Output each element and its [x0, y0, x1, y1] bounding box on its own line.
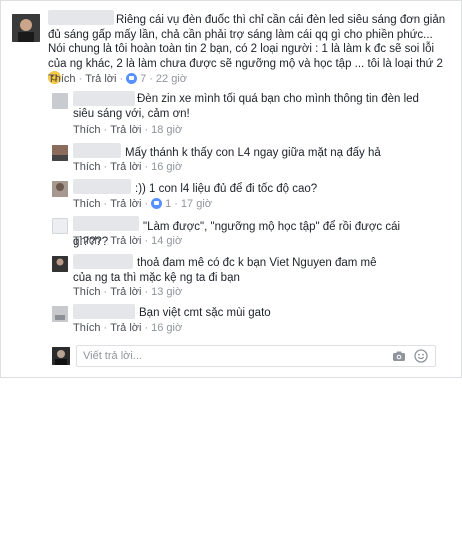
reply-actions: Thích · Trả lời · 18 giờ — [73, 124, 183, 136]
reply-text: Mấy thánh k thấy con L4 ngay giữa mặt nạ… — [125, 147, 381, 159]
reply-actions: Thích · Trả lời · 1 · 17 giờ — [73, 198, 212, 210]
reply-actions: Thích · Trả lời · 16 giờ — [73, 322, 183, 334]
reply-button[interactable]: Trả lời — [110, 286, 141, 298]
reply-avatar[interactable] — [52, 306, 68, 322]
emoji-icon[interactable] — [414, 349, 428, 363]
reply-avatar[interactable] — [52, 256, 68, 272]
reply-actions: Thích · Trả lời · 16 giờ — [73, 161, 183, 173]
reply-text: Bạn việt cmt sặc mùi gato — [139, 307, 271, 319]
like-button[interactable]: Thích — [73, 198, 101, 210]
reply-button[interactable]: Trả lời — [85, 73, 116, 85]
like-count[interactable]: 1 — [165, 198, 171, 210]
reply-button[interactable]: Trả lời — [110, 161, 141, 173]
reply-time[interactable]: 18 giờ — [151, 124, 182, 136]
camera-icon[interactable] — [392, 349, 406, 363]
like-button[interactable]: Thích — [73, 322, 101, 334]
like-button[interactable]: Thích — [73, 161, 101, 173]
like-badge-icon[interactable] — [126, 73, 138, 84]
reply-avatar[interactable] — [52, 145, 68, 161]
reply-avatar[interactable] — [52, 218, 68, 234]
empty-area — [0, 378, 462, 538]
reply-text: Đèn zin xe mình tối quá bạn cho mình thô… — [73, 93, 419, 120]
like-button[interactable]: Thích — [73, 124, 101, 136]
like-button[interactable]: Thích — [48, 73, 76, 85]
comment-thread: Riêng cái vụ đèn đuốc thì chỉ cần cái đè… — [0, 0, 462, 378]
reply-time[interactable]: 14 giờ — [151, 235, 182, 247]
reply-text: thoả đam mê có đc k bạn Viet Nguyen đam … — [73, 257, 377, 284]
commenter-avatar[interactable] — [12, 14, 40, 42]
reply-avatar[interactable] — [52, 181, 68, 197]
reply-actions: Thích · Trả lời · 14 giờ — [73, 235, 183, 247]
like-count[interactable]: 7 — [140, 73, 146, 85]
reply-button[interactable]: Trả lời — [110, 124, 141, 136]
reply-time[interactable]: 13 giờ — [151, 286, 182, 298]
like-badge-icon[interactable] — [151, 198, 163, 209]
reply-button[interactable]: Trả lời — [110, 198, 141, 210]
reply-button[interactable]: Trả lời — [110, 322, 141, 334]
comment-time[interactable]: 22 giờ — [156, 73, 187, 85]
like-button[interactable]: Thích — [73, 286, 101, 298]
reply-button[interactable]: Trả lời — [110, 235, 141, 247]
reply-text: :)) 1 con l4 liệu đủ để đi tốc độ cao? — [135, 183, 318, 195]
reply-avatar[interactable] — [52, 93, 68, 109]
reply-input[interactable] — [77, 346, 377, 366]
reply-composer[interactable] — [76, 345, 436, 367]
reply-time[interactable]: 17 giờ — [181, 198, 212, 210]
reply-time[interactable]: 16 giờ — [151, 161, 182, 173]
current-user-avatar[interactable] — [52, 347, 70, 365]
reply-actions: Thích · Trả lời · 13 giờ — [73, 286, 183, 298]
like-button[interactable]: Thích — [73, 235, 101, 247]
comment-actions: Thích · Trả lời · 7 · 22 giờ — [48, 73, 187, 85]
reply-time[interactable]: 16 giờ — [151, 322, 182, 334]
